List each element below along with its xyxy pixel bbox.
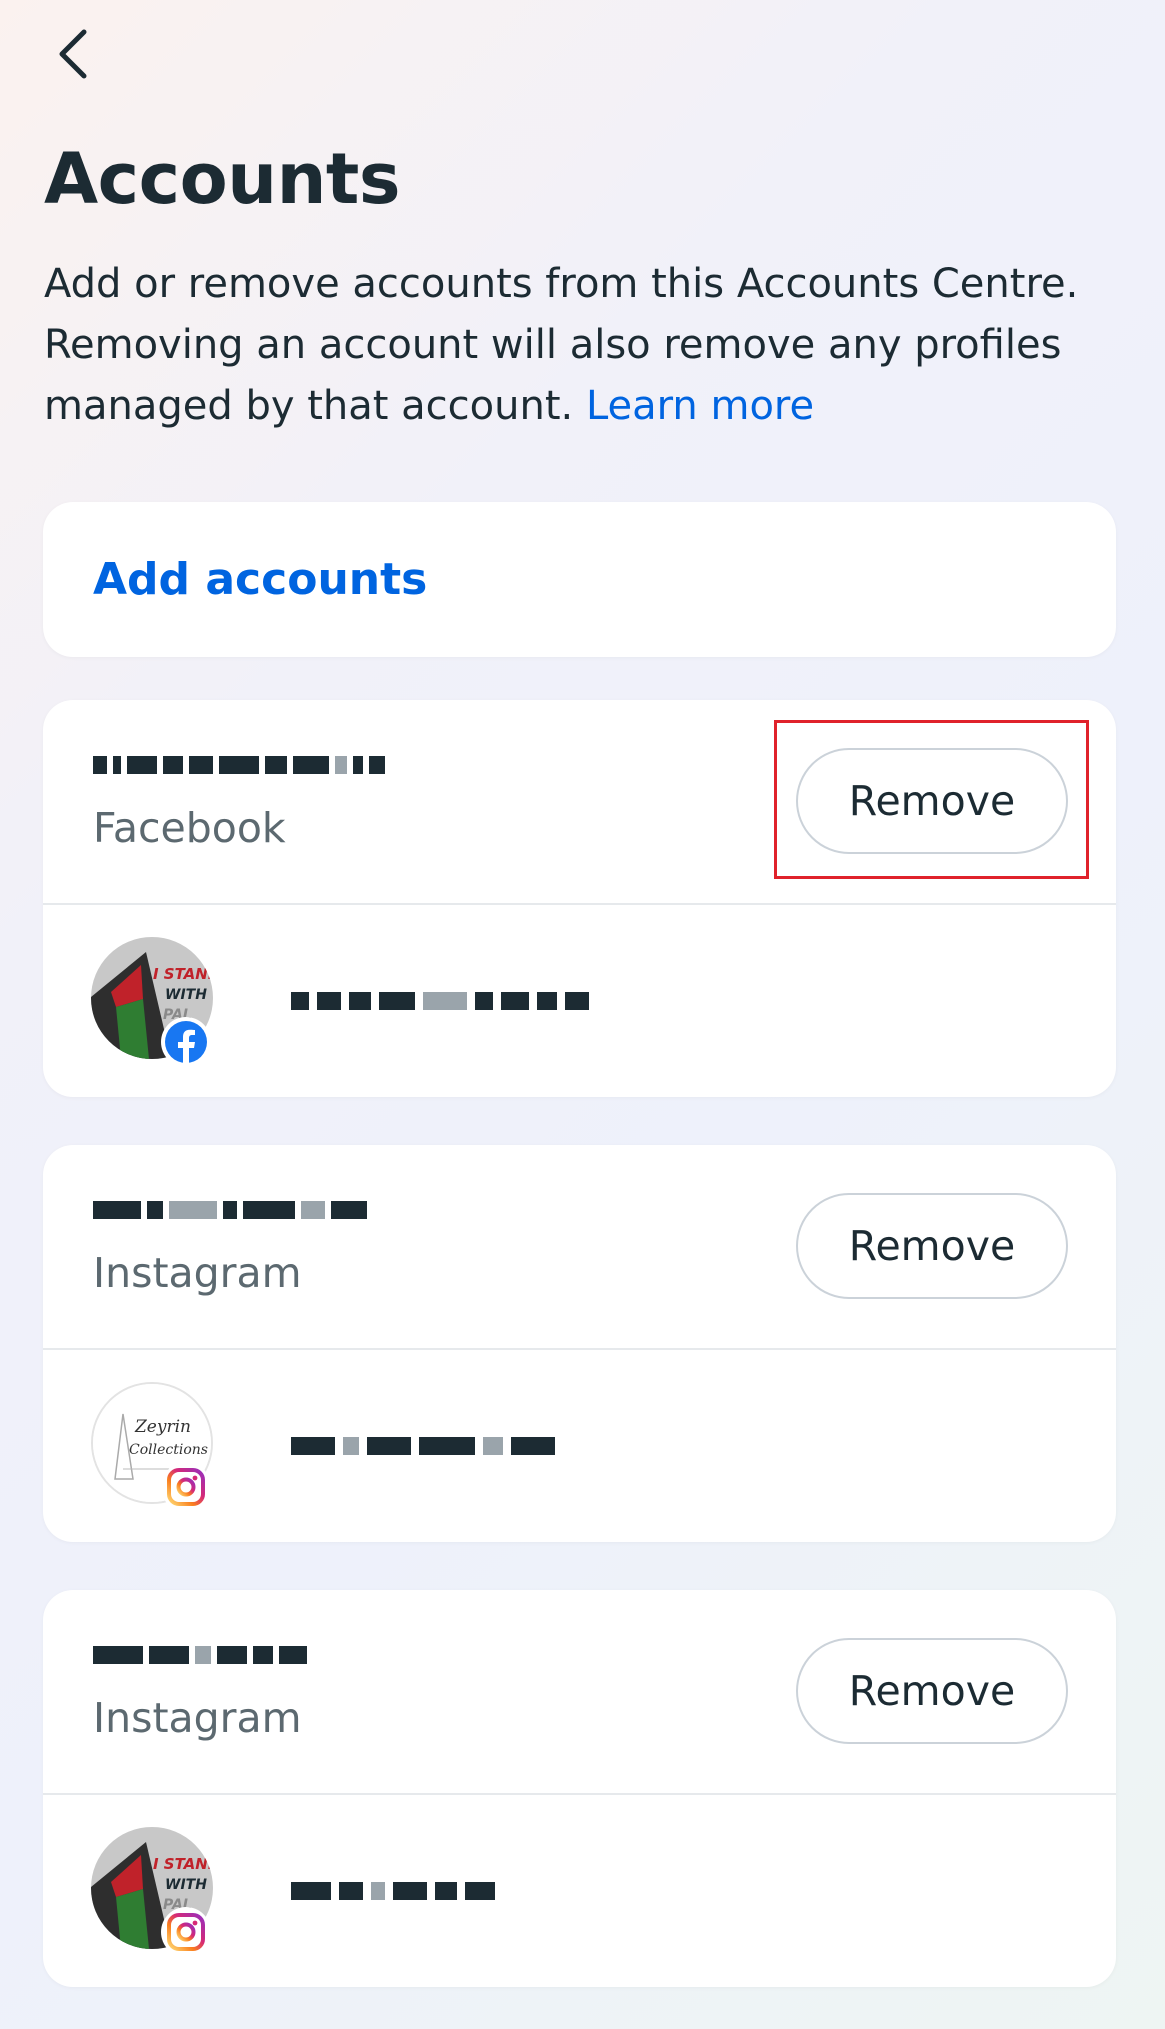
instagram-icon (161, 1907, 211, 1957)
account-header: Instagram Remove (43, 1590, 1116, 1793)
facebook-icon (161, 1017, 211, 1067)
profile-row: I STAND WITH PAL (43, 905, 1116, 1097)
account-header: Instagram Remove (43, 1145, 1116, 1348)
account-card-instagram: Instagram Remove Zeyrin Collections (43, 1145, 1116, 1542)
profile-name-redacted (291, 1432, 555, 1460)
account-name-redacted (93, 1640, 307, 1670)
profile-name-redacted (291, 1877, 495, 1905)
account-platform-label: Instagram (93, 1249, 302, 1297)
remove-button[interactable]: Remove (796, 1638, 1068, 1744)
page-description: Add or remove accounts from this Account… (44, 254, 1134, 437)
description-text: Add or remove accounts from this Account… (44, 261, 1079, 429)
instagram-icon (161, 1462, 211, 1512)
account-header: Facebook Remove (43, 700, 1116, 903)
account-platform-label: Instagram (93, 1694, 302, 1742)
svg-text:I STAND: I STAND (153, 965, 213, 983)
account-platform-label: Facebook (93, 804, 286, 852)
profile-name-redacted (291, 987, 589, 1015)
svg-text:Zeyrin: Zeyrin (134, 1417, 191, 1437)
back-button[interactable] (44, 26, 104, 86)
add-accounts-link[interactable]: Add accounts (93, 554, 427, 605)
account-card-facebook: Facebook Remove I STAND WITH PAL (43, 700, 1116, 1097)
remove-button[interactable]: Remove (796, 1193, 1068, 1299)
profile-row: I STAND WITH PAL (43, 1795, 1116, 1987)
learn-more-link[interactable]: Learn more (586, 383, 814, 429)
chevron-left-icon (54, 26, 94, 86)
svg-text:I STAND: I STAND (153, 1855, 213, 1873)
profile-row: Zeyrin Collections (43, 1350, 1116, 1542)
remove-button[interactable]: Remove (796, 748, 1068, 854)
account-card-instagram: Instagram Remove I STAND WITH PAL (43, 1590, 1116, 1987)
account-name-redacted (93, 750, 385, 780)
svg-text:WITH: WITH (165, 1877, 207, 1893)
add-accounts-card[interactable]: Add accounts (43, 502, 1116, 657)
svg-text:WITH: WITH (165, 987, 207, 1003)
page-title: Accounts (44, 138, 401, 220)
account-name-redacted (93, 1195, 367, 1225)
svg-text:Collections: Collections (129, 1442, 208, 1458)
